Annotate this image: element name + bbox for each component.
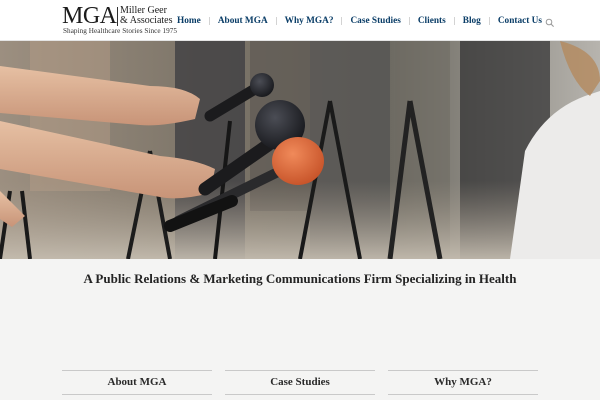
- intro-heading: A Public Relations & Marketing Communica…: [83, 271, 517, 286]
- nav-item-why[interactable]: Why MGA?: [285, 16, 334, 26]
- logo-mark: MGA: [62, 3, 117, 29]
- feature-box-about[interactable]: About MGA: [62, 370, 212, 400]
- logo-name-line2: & Associates: [120, 15, 173, 26]
- nav-separator: [208, 16, 210, 25]
- nav-item-contact[interactable]: Contact Us: [498, 16, 542, 26]
- nav-separator: [453, 16, 455, 25]
- logo-divider: [117, 7, 118, 26]
- logo-name: Miller Geer & Associates: [120, 6, 173, 26]
- nav-separator: [408, 16, 410, 25]
- press-microphones-illustration: [0, 41, 600, 259]
- nav-item-case-studies[interactable]: Case Studies: [350, 16, 400, 26]
- feature-box-divider: [225, 394, 375, 395]
- nav-item-blog[interactable]: Blog: [463, 16, 481, 26]
- feature-box-divider: [388, 394, 538, 395]
- feature-box-divider: [62, 394, 212, 395]
- main-nav: Home About MGA Why MGA? Case Studies Cli…: [177, 0, 554, 41]
- feature-box-label[interactable]: About MGA: [62, 376, 212, 388]
- search-icon[interactable]: [545, 15, 555, 27]
- nav-separator: [275, 16, 277, 25]
- logo[interactable]: MGA Miller Geer & Associates Shaping Hea…: [62, 3, 178, 35]
- nav-separator: [341, 16, 343, 25]
- feature-box-case-studies[interactable]: Case Studies: [225, 370, 375, 400]
- hero-image: [0, 41, 600, 259]
- nav-item-clients[interactable]: Clients: [418, 16, 446, 26]
- logo-tagline: Shaping Healthcare Stories Since 1975: [63, 27, 178, 35]
- site-header: MGA Miller Geer & Associates Shaping Hea…: [0, 0, 600, 41]
- feature-box-label[interactable]: Case Studies: [225, 376, 375, 388]
- nav-item-about[interactable]: About MGA: [218, 16, 268, 26]
- nav-separator: [488, 16, 490, 25]
- nav-item-home[interactable]: Home: [177, 16, 201, 26]
- feature-box-why[interactable]: Why MGA?: [388, 370, 538, 400]
- feature-box-label[interactable]: Why MGA?: [388, 376, 538, 388]
